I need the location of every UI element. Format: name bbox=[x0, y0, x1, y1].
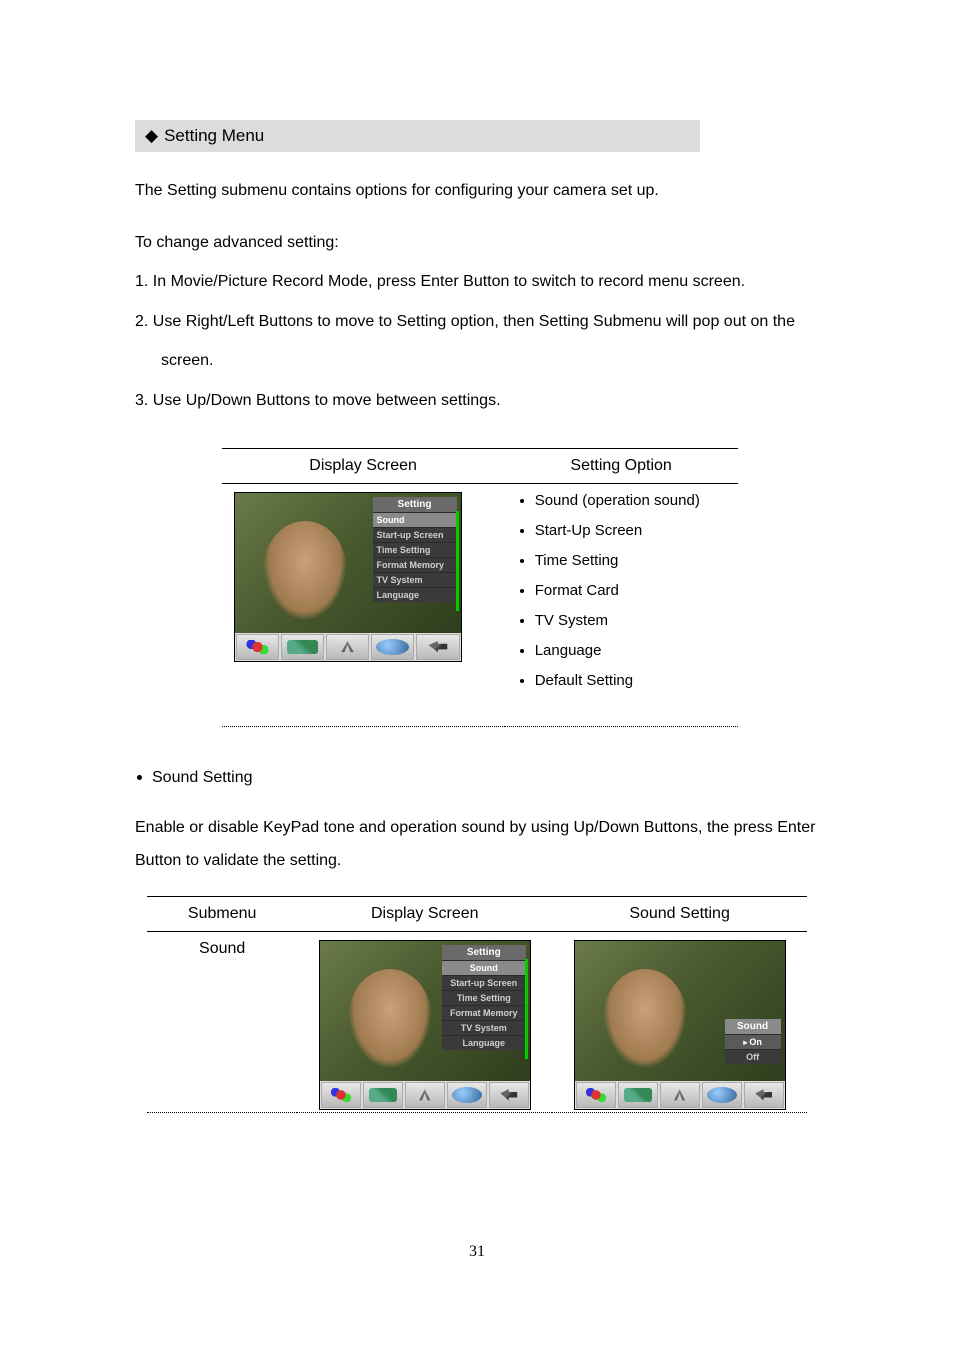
sound-setting-desc: Enable or disable KeyPad tone and operat… bbox=[135, 811, 824, 878]
mode-icon bbox=[326, 634, 369, 660]
mode-icon bbox=[405, 1082, 445, 1108]
th-sound-setting: Sound Setting bbox=[552, 896, 807, 931]
menu-item-time: Time Setting bbox=[373, 542, 457, 557]
section-title: Setting Menu bbox=[164, 126, 264, 145]
sound-heading-text: Sound Setting bbox=[152, 769, 253, 786]
mode-icon bbox=[702, 1082, 742, 1108]
options-list: Sound (operation sound) Start-Up Screen … bbox=[517, 492, 726, 689]
mode-icon bbox=[744, 1082, 784, 1108]
page-number: 31 bbox=[0, 1243, 954, 1261]
body-text: The Setting submenu contains options for… bbox=[135, 174, 824, 418]
menu-item-sound: Sound bbox=[442, 960, 526, 975]
sound-popup: Sound ▸On Off bbox=[725, 1019, 781, 1064]
option-item: Start-Up Screen bbox=[535, 522, 726, 539]
mode-iconbar bbox=[235, 633, 461, 661]
option-item: Sound (operation sound) bbox=[535, 492, 726, 509]
menu-item-tv: TV System bbox=[442, 1020, 526, 1035]
option-item: Format Card bbox=[535, 582, 726, 599]
mode-iconbar bbox=[575, 1081, 785, 1109]
th-display-screen: Display Screen bbox=[297, 896, 552, 931]
td-shot-right: Sound ▸On Off bbox=[552, 931, 807, 1112]
option-item: Default Setting bbox=[535, 672, 726, 689]
mode-icon bbox=[321, 1082, 361, 1108]
steps-intro: To change advanced setting: bbox=[135, 226, 824, 260]
mode-icon bbox=[281, 634, 324, 660]
th-setting-option: Setting Option bbox=[505, 448, 738, 483]
step-2-line1: 2. Use Right/Left Buttons to move to Set… bbox=[135, 305, 824, 339]
page: ◆ Setting Menu The Setting submenu contai… bbox=[0, 0, 954, 1351]
menu-item-format: Format Memory bbox=[442, 1005, 526, 1020]
menu-header: Setting bbox=[442, 945, 526, 960]
menu-item-startup: Start-up Screen bbox=[373, 527, 457, 542]
photo-subject bbox=[263, 521, 347, 621]
caret-icon: ▸ bbox=[743, 1038, 747, 1047]
td-shot-left: Setting Sound Start-up Screen Time Setti… bbox=[297, 931, 552, 1112]
popup-header: Sound bbox=[725, 1019, 781, 1034]
menu-item-tv: TV System bbox=[373, 572, 457, 587]
intro-paragraph: The Setting submenu contains options for… bbox=[135, 174, 824, 208]
popup-item-off: Off bbox=[725, 1049, 781, 1064]
mode-icon bbox=[576, 1082, 616, 1108]
step-3: 3. Use Up/Down Buttons to move between s… bbox=[135, 384, 824, 418]
td-options: Sound (operation sound) Start-Up Screen … bbox=[505, 483, 738, 726]
th-display-screen: Display Screen bbox=[222, 448, 505, 483]
camera-screenshot-right: Sound ▸On Off bbox=[574, 940, 786, 1110]
option-item: Language bbox=[535, 642, 726, 659]
sound-setting-heading: Sound Setting bbox=[135, 769, 824, 787]
menu-item-language: Language bbox=[442, 1035, 526, 1050]
menu-item-format: Format Memory bbox=[373, 557, 457, 572]
setting-options-table: Display Screen Setting Option Setting So… bbox=[222, 448, 738, 727]
mode-icon bbox=[416, 634, 459, 660]
mode-icon bbox=[489, 1082, 529, 1108]
option-item: TV System bbox=[535, 612, 726, 629]
mode-icon bbox=[618, 1082, 658, 1108]
step-1: 1. In Movie/Picture Record Mode, press E… bbox=[135, 265, 824, 299]
scrollbar-icon bbox=[456, 511, 459, 611]
camera-screenshot: Setting Sound Start-up Screen Time Setti… bbox=[234, 492, 462, 662]
menu-header: Setting bbox=[373, 497, 457, 512]
menu-item-sound: Sound bbox=[373, 512, 457, 527]
mode-icon bbox=[363, 1082, 403, 1108]
step-2-line2: screen. bbox=[135, 344, 824, 378]
th-submenu: Submenu bbox=[147, 896, 297, 931]
popup-item-on: ▸On bbox=[725, 1034, 781, 1049]
td-submenu-value: Sound bbox=[147, 931, 297, 1112]
mode-icon bbox=[447, 1082, 487, 1108]
menu-item-language: Language bbox=[373, 587, 457, 602]
mode-icon bbox=[371, 634, 414, 660]
camera-screenshot-left: Setting Sound Start-up Screen Time Setti… bbox=[319, 940, 531, 1110]
photo-subject bbox=[603, 969, 687, 1069]
sound-setting-table: Submenu Display Screen Sound Setting Sou… bbox=[147, 896, 807, 1113]
setting-menu: Setting Sound Start-up Screen Time Setti… bbox=[373, 497, 457, 602]
scrollbar-icon bbox=[525, 959, 528, 1059]
mode-icon bbox=[236, 634, 279, 660]
mode-icon bbox=[660, 1082, 700, 1108]
td-screenshot: Setting Sound Start-up Screen Time Setti… bbox=[222, 483, 505, 726]
menu-item-startup: Start-up Screen bbox=[442, 975, 526, 990]
menu-item-time: Time Setting bbox=[442, 990, 526, 1005]
diamond-icon: ◆ bbox=[145, 126, 158, 146]
bullet-icon bbox=[137, 775, 142, 780]
option-item: Time Setting bbox=[535, 552, 726, 569]
mode-iconbar bbox=[320, 1081, 530, 1109]
setting-menu: Setting Sound Start-up Screen Time Setti… bbox=[442, 945, 526, 1050]
photo-subject bbox=[348, 969, 432, 1069]
section-heading: ◆ Setting Menu bbox=[135, 120, 700, 152]
